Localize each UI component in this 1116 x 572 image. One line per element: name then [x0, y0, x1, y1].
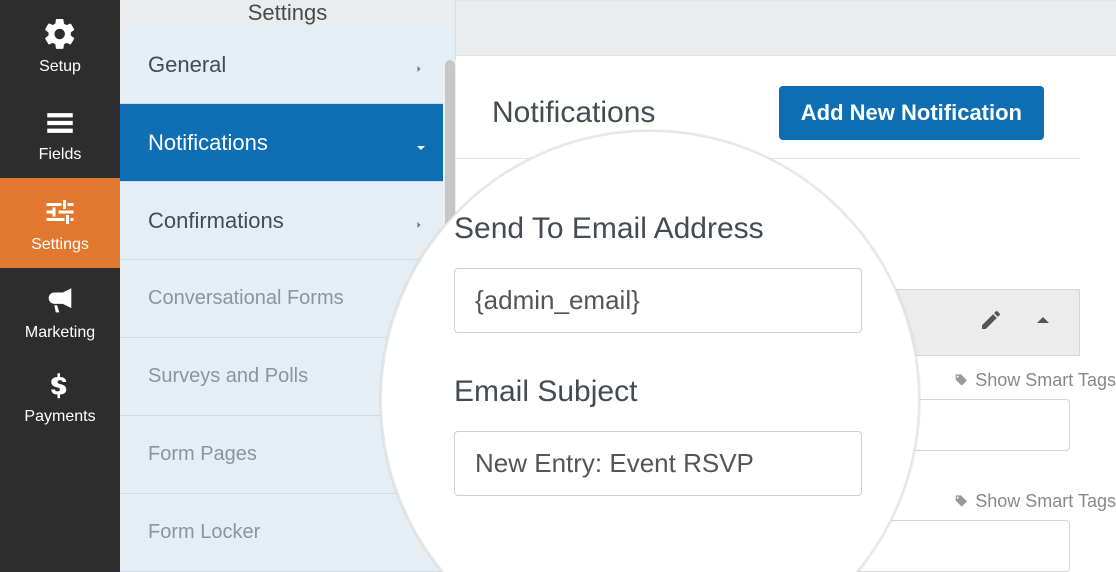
subnav-label: Notifications: [148, 130, 268, 156]
content-header: Notifications Add New Notification: [456, 56, 1080, 159]
tag-icon: [953, 494, 969, 510]
topbar-title: Settings: [120, 0, 455, 26]
subnav-label: Form Pages: [148, 443, 257, 466]
list-icon: [43, 106, 77, 140]
edit-icon[interactable]: [979, 308, 1003, 337]
subnav-notifications[interactable]: Notifications: [120, 104, 455, 182]
nav-marketing[interactable]: Marketing: [0, 268, 120, 356]
subject-input[interactable]: [454, 431, 862, 496]
nav-label: Settings: [31, 236, 89, 254]
chevron-down-icon: [413, 136, 427, 150]
sliders-icon: [42, 194, 78, 230]
gear-icon: [42, 16, 78, 52]
nav-label: Payments: [24, 408, 95, 426]
page-title: Notifications: [492, 96, 655, 130]
nav-fields[interactable]: Fields: [0, 90, 120, 178]
subnav-confirmations[interactable]: Confirmations: [120, 182, 455, 260]
subject-label: Email Subject: [454, 375, 862, 409]
chevron-right-icon: [413, 58, 427, 72]
subnav-label: Surveys and Polls: [148, 365, 308, 388]
primary-nav: Setup Fields Settings Marketing Payments: [0, 0, 120, 572]
chevron-up-icon[interactable]: [1031, 308, 1055, 337]
nav-setup[interactable]: Setup: [0, 0, 120, 90]
nav-label: Marketing: [25, 324, 95, 342]
tag-icon: [953, 373, 969, 389]
nav-label: Fields: [39, 146, 82, 164]
nav-settings[interactable]: Settings: [0, 178, 120, 268]
subnav-label: Confirmations: [148, 208, 284, 234]
add-notification-button[interactable]: Add New Notification: [779, 86, 1044, 140]
smart-tags-label: Show Smart Tags: [975, 491, 1116, 512]
chevron-right-icon: [413, 214, 427, 228]
send-to-input[interactable]: [454, 268, 862, 333]
nav-payments[interactable]: Payments: [0, 356, 120, 440]
nav-label: Setup: [39, 58, 81, 76]
send-to-label: Send To Email Address: [454, 212, 862, 246]
subnav-general[interactable]: General: [120, 26, 455, 104]
subnav-label: Form Locker: [148, 521, 260, 544]
dollar-icon: [45, 372, 75, 402]
subnav-label: General: [148, 52, 226, 78]
subnav-label: Conversational Forms: [148, 287, 344, 310]
bullhorn-icon: [43, 284, 77, 318]
content-topbar: [456, 1, 1116, 56]
smart-tags-label: Show Smart Tags: [975, 370, 1116, 391]
